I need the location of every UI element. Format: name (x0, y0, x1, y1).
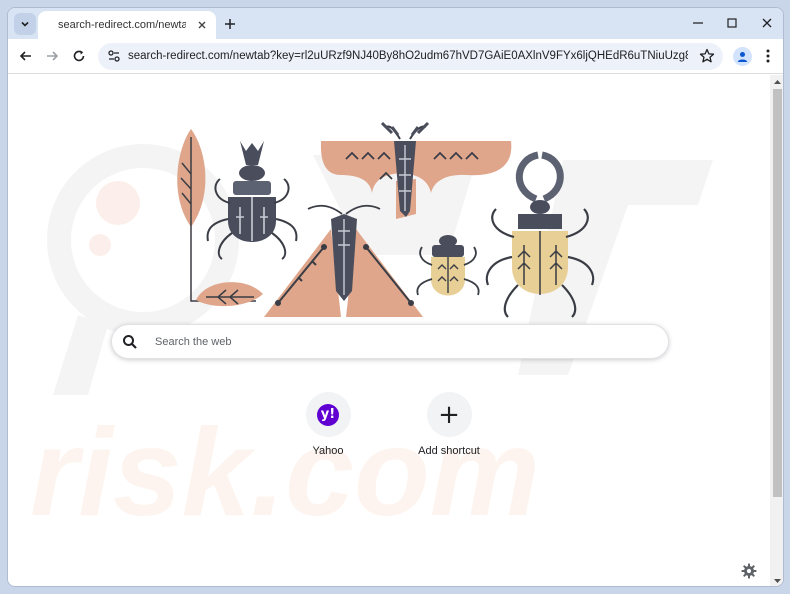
chevron-down-icon (21, 21, 29, 27)
browser-window: search-redirect.com/newtab?ke (7, 7, 784, 587)
menu-button[interactable] (762, 47, 774, 65)
more-vert-icon (766, 49, 770, 63)
add-shortcut-button[interactable]: + Add shortcut (404, 392, 494, 464)
close-icon[interactable] (196, 19, 208, 31)
back-button[interactable] (17, 47, 35, 65)
person-icon (737, 52, 748, 62)
search-box[interactable] (111, 324, 669, 359)
tab-title: search-redirect.com/newtab?ke (58, 19, 186, 31)
url-text: search-redirect.com/newtab?key=rl2uURzf9… (128, 50, 688, 62)
maximize-button[interactable] (724, 16, 740, 30)
toolbar: search-redirect.com/newtab?key=rl2uURzf9… (8, 39, 783, 74)
site-info-icon[interactable] (107, 49, 121, 63)
tab-search-button[interactable] (14, 13, 36, 35)
arrow-left-icon (19, 51, 31, 61)
peach-moth (320, 121, 512, 219)
star-icon[interactable] (699, 48, 715, 64)
new-tab-button[interactable] (220, 14, 240, 34)
plus-icon (225, 19, 235, 29)
plus-icon: + (438, 399, 460, 430)
tab-strip: search-redirect.com/newtab?ke (8, 8, 783, 39)
close-icon (762, 18, 772, 28)
scroll-down-icon[interactable] (773, 577, 782, 585)
search-input[interactable] (155, 334, 645, 350)
forward-button[interactable] (43, 47, 61, 65)
dark-beetle (206, 141, 298, 260)
yahoo-icon: y! (317, 403, 339, 426)
gear-icon[interactable] (741, 563, 757, 579)
shortcut-tile[interactable]: + (426, 392, 472, 437)
search-icon (123, 335, 137, 349)
new-tab-page: risk.com Search the web y! Yahoo + Add s… (8, 75, 770, 586)
scroll-up-icon[interactable] (773, 78, 782, 86)
arrow-right-icon (47, 51, 59, 61)
shortcut-label: Yahoo (312, 445, 344, 457)
minimize-button[interactable] (690, 16, 706, 30)
minimize-icon (693, 22, 703, 24)
reload-button[interactable] (70, 47, 88, 65)
shortcut-label: Add shortcut (418, 445, 480, 457)
active-tab[interactable]: search-redirect.com/newtab?ke (38, 11, 216, 39)
shortcut-yahoo[interactable]: y! Yahoo (283, 392, 373, 464)
stag-beetle (485, 151, 595, 318)
close-window-button[interactable] (759, 16, 775, 30)
yellow-beetle (416, 235, 480, 296)
scrollbar[interactable] (770, 75, 783, 586)
insect-illustration (177, 121, 595, 318)
maximize-icon (727, 18, 737, 28)
address-bar[interactable]: search-redirect.com/newtab?key=rl2uURzf9… (98, 43, 723, 70)
reload-icon (73, 50, 85, 62)
shortcut-tile[interactable]: y! (305, 392, 351, 437)
profile-button[interactable] (733, 47, 752, 66)
scroll-thumb[interactable] (773, 89, 782, 497)
